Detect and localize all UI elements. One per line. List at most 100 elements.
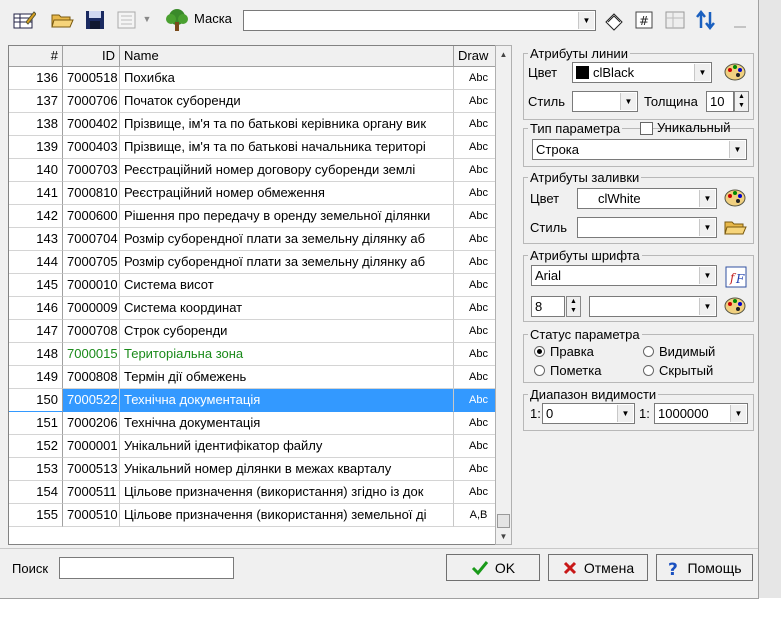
ok-button[interactable]: OK: [446, 554, 540, 581]
scroll-thumb[interactable]: [497, 514, 510, 528]
fill-attrs-title: Атрибуты заливки: [530, 170, 640, 185]
edit-table-icon[interactable]: [12, 8, 36, 32]
status-hidden-radio[interactable]: Скрытый: [643, 363, 713, 378]
row-number-cell: 151: [9, 412, 63, 435]
table-row[interactable]: 155 7000510 Цільове призначення (використа…: [9, 504, 503, 527]
visibility-from-value: 0: [546, 406, 554, 421]
chevron-down-icon[interactable]: ▼: [617, 405, 633, 422]
row-name-cell: Унікальний номер ділянки в межах квартал…: [120, 458, 454, 481]
row-id-cell: 7000708: [63, 320, 120, 343]
chevron-down-icon[interactable]: ▼: [699, 190, 715, 207]
svg-text:?: ?: [668, 560, 678, 577]
font-extra-combo[interactable]: ▼: [589, 296, 717, 317]
chevron-down-icon[interactable]: ▼: [620, 93, 636, 110]
table-row[interactable]: 141 7000810 Реєстраційний номер обмеження A…: [9, 182, 503, 205]
scroll-down-icon[interactable]: ▼: [496, 528, 511, 544]
cancel-button[interactable]: Отмена: [548, 554, 648, 581]
row-number-cell: 154: [9, 481, 63, 504]
scroll-up-icon[interactable]: ▲: [496, 46, 511, 62]
table-row[interactable]: 146 7000009 Система координат Abc: [9, 297, 503, 320]
chevron-down-icon[interactable]: ▼: [730, 405, 746, 422]
row-name-cell: Початок суборенди: [120, 90, 454, 113]
pin-icon[interactable]: [733, 16, 747, 28]
font-size-input[interactable]: 8: [531, 296, 565, 317]
table-row[interactable]: 154 7000511 Цільове призначення (використа…: [9, 481, 503, 504]
row-id-cell: 7000704: [63, 228, 120, 251]
line-color-combo[interactable]: clBlack ▼: [572, 62, 712, 83]
table-row[interactable]: 145 7000010 Система висот Abc: [9, 274, 503, 297]
chevron-down-icon[interactable]: ▼: [578, 12, 594, 29]
open-folder-icon[interactable]: [723, 215, 747, 239]
line-width-spinner[interactable]: ▲ ▼: [734, 91, 749, 112]
search-input[interactable]: [59, 557, 234, 579]
chevron-down-icon[interactable]: ▼: [699, 219, 715, 236]
font-dialog-icon[interactable]: fF: [724, 265, 748, 289]
table-row[interactable]: 140 7000703 Реєстраційний номер договору с…: [9, 159, 503, 182]
table-row[interactable]: 150 7000522 Технічна документація Abc: [9, 389, 503, 412]
unique-checkbox[interactable]: [640, 122, 653, 135]
sort-arrows-icon[interactable]: [694, 8, 718, 32]
status-visible-radio[interactable]: Видимый: [643, 344, 715, 359]
grid-scrollbar[interactable]: ▲ ▼: [495, 45, 512, 545]
list-dropdown-arrow-icon[interactable]: ▼: [142, 14, 152, 24]
status-mark-radio[interactable]: Пометка: [534, 363, 601, 378]
palette-icon[interactable]: [723, 60, 747, 84]
fill-color-combo[interactable]: clWhite ▼: [577, 188, 717, 209]
table-row[interactable]: 149 7000808 Термін дії обмежень Abc: [9, 366, 503, 389]
table-row[interactable]: 142 7000600 Рішення про передачу в оренду …: [9, 205, 503, 228]
visibility-from-prefix: 1:: [530, 406, 541, 421]
font-size-spinner[interactable]: ▲ ▼: [566, 296, 581, 317]
visibility-to-combo[interactable]: 1000000 ▼: [654, 403, 748, 424]
table-row[interactable]: 136 7000518 Похибка Abc: [9, 67, 503, 90]
table-row[interactable]: 144 7000705 Розмір суборендної плати за зе…: [9, 251, 503, 274]
palette-icon[interactable]: [723, 186, 747, 210]
chevron-down-icon[interactable]: ▼: [699, 298, 715, 315]
chevron-down-icon[interactable]: ▼: [729, 141, 745, 158]
table-row[interactable]: 151 7000206 Технічна документація Abc: [9, 412, 503, 435]
table-row[interactable]: 147 7000708 Строк суборенди Abc: [9, 320, 503, 343]
table-row[interactable]: 152 7000001 Унікальний ідентифікатор файлу…: [9, 435, 503, 458]
row-id-cell: 7000511: [63, 481, 120, 504]
open-folder-icon[interactable]: [50, 8, 74, 32]
palette-icon[interactable]: [723, 294, 747, 318]
status-edit-radio[interactable]: Правка: [534, 344, 594, 359]
row-name-cell: Реєстраційний номер договору суборенди з…: [120, 159, 454, 182]
row-id-cell: 7000518: [63, 67, 120, 90]
col-header-id[interactable]: ID: [63, 46, 120, 67]
eraser-icon[interactable]: [602, 8, 626, 32]
row-id-cell: 7000402: [63, 113, 120, 136]
mask-combo[interactable]: ▼: [243, 10, 596, 31]
row-number-cell: 145: [9, 274, 63, 297]
row-name-cell: Прізвище, ім'я та по батькові начальника…: [120, 136, 454, 159]
help-button[interactable]: ? Помощь: [656, 554, 753, 581]
row-number-cell: 144: [9, 251, 63, 274]
font-name-combo[interactable]: Arial ▼: [531, 265, 717, 286]
visibility-from-combo[interactable]: 0 ▼: [542, 403, 635, 424]
save-disk-icon[interactable]: [83, 8, 107, 32]
fill-style-combo[interactable]: ▼: [577, 217, 717, 238]
font-attrs-title: Атрибуты шрифта: [530, 248, 640, 263]
line-style-combo[interactable]: ▼: [572, 91, 638, 112]
visibility-range-title: Диапазон видимости: [530, 387, 657, 402]
chevron-down-icon[interactable]: ▼: [694, 64, 710, 81]
line-style-label: Стиль: [528, 94, 565, 109]
table-row[interactable]: 143 7000704 Розмір суборендної плати за зе…: [9, 228, 503, 251]
hash-icon[interactable]: #: [632, 8, 656, 32]
col-header-num[interactable]: #: [9, 46, 63, 67]
table-row[interactable]: 148 7000015 Територіальна зона Abc: [9, 343, 503, 366]
row-number-cell: 150: [9, 389, 63, 412]
row-name-cell: Територіальна зона: [120, 343, 454, 366]
table-row[interactable]: 138 7000402 Прізвище, ім'я та по батькові …: [9, 113, 503, 136]
fill-style-label: Стиль: [530, 220, 567, 235]
tree-icon[interactable]: [164, 8, 188, 32]
table-row[interactable]: 153 7000513 Унікальний номер ділянки в меж…: [9, 458, 503, 481]
line-width-input[interactable]: 10: [706, 91, 734, 112]
table-settings-icon[interactable]: [663, 8, 687, 32]
list-view-icon[interactable]: [116, 8, 140, 32]
param-type-combo[interactable]: Строка ▼: [532, 139, 747, 160]
table-row[interactable]: 139 7000403 Прізвище, ім'я та по батькові …: [9, 136, 503, 159]
status-edit-label: Правка: [550, 344, 594, 359]
table-row[interactable]: 137 7000706 Початок суборенди Abc: [9, 90, 503, 113]
col-header-name[interactable]: Name: [120, 46, 454, 67]
chevron-down-icon[interactable]: ▼: [699, 267, 715, 284]
